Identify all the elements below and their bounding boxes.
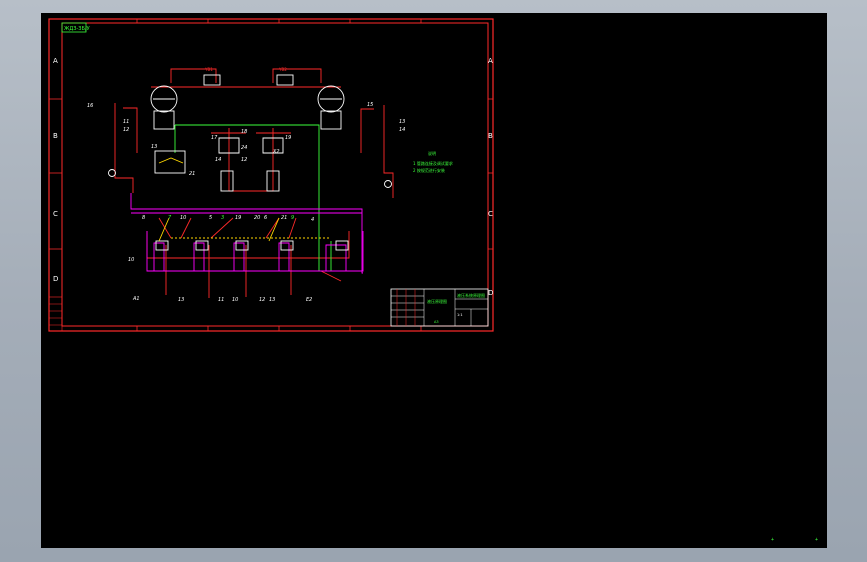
notes-block: 说明 1 管路连接及调试要求 2 按规范进行安装 — [413, 150, 453, 173]
zone-letter-right-b: B — [488, 132, 493, 140]
label-manifold-top-7: 20 — [254, 215, 260, 221]
label-manifold-bottom-4: 10 — [232, 297, 238, 303]
zone-letter-right-d: D — [488, 289, 493, 297]
white-components — [108, 74, 392, 251]
label-left-11: 11 — [123, 119, 129, 125]
drawing-tag: ЖДЗ-ЗБ/У — [64, 26, 90, 32]
label-manifold-top-10: 9 — [291, 215, 294, 221]
label-manifold-bottom-1: A1 — [132, 296, 140, 302]
titleblock-scale: 1:1 — [457, 313, 463, 317]
label-right-14: 14 — [399, 127, 405, 133]
label-manifold-bottom-7: E2 — [306, 297, 312, 303]
label-misc-14: 14 — [215, 157, 221, 163]
outer-border — [48, 18, 494, 332]
label-manifold-bottom-5: 12 — [259, 297, 265, 303]
label-manifold-bottom-2: 13 — [178, 297, 184, 303]
label-manifold-top-9: 21 — [281, 215, 287, 221]
pump-left-symbol — [203, 74, 221, 86]
titleblock-sheet: A3 — [434, 320, 439, 324]
label-manifold-bottom-6: 13 — [269, 297, 275, 303]
note-line-2: 2 按规范进行安装 — [413, 167, 445, 173]
label-manifold-top-4: 5 — [209, 215, 212, 221]
note-line-1: 1 管路连接及调试要求 — [413, 160, 453, 166]
label-manifold-top-2: 7 — [168, 215, 172, 221]
label-mid-17: 17 — [211, 135, 218, 141]
label-manifold-bottom-3: 11 — [218, 297, 224, 303]
tank-right-base — [320, 110, 342, 130]
hydraulic-schematic-drawing: A B C D A B C D ЖДЗ-ЗБ/У YB1 YB2 16 11 1… — [48, 18, 494, 332]
yellow-accents — [158, 157, 280, 242]
title-block: 液压系统原理图 液压原理图 1:1 A3 — [390, 288, 489, 327]
zone-letter-left-a: A — [53, 57, 58, 65]
pump-label-right: YB2 — [278, 67, 287, 72]
zone-letter-left-d: D — [53, 275, 58, 283]
sheet-frame — [48, 18, 494, 332]
titleblock-name: 液压原理图 — [427, 298, 447, 304]
cad-viewport[interactable]: A B C D A B C D ЖДЗ-ЗБ/У YB1 YB2 16 11 1… — [41, 13, 827, 548]
label-manifold-top-1: 8 — [142, 215, 145, 221]
label-manifold-top-3: 10 — [180, 215, 186, 221]
label-misc-x2: X2 — [272, 149, 280, 155]
label-mid-18: 18 — [241, 129, 247, 135]
corner-mark-right: + — [815, 537, 819, 543]
label-manifold-top-5: 3 — [221, 215, 224, 221]
label-left-16: 16 — [87, 103, 93, 109]
corner-mark-left: + — [771, 537, 775, 543]
titleblock-drawing-title: 液压系统原理图 — [457, 292, 485, 298]
tank-left-base — [153, 110, 175, 130]
pump-label-left: YB1 — [204, 67, 213, 72]
label-manifold-top-11: 4 — [311, 217, 314, 223]
label-misc-24: 24 — [241, 145, 247, 151]
label-left-13: 13 — [151, 144, 157, 150]
label-manifold-top-8: 6 — [264, 215, 267, 221]
label-misc-21: 21 — [189, 171, 195, 177]
red-pipelines — [114, 68, 394, 298]
notes-title: 说明 — [428, 150, 436, 156]
pump-right-symbol — [276, 74, 294, 86]
label-mid-19: 19 — [285, 135, 291, 141]
inner-border — [61, 22, 489, 327]
label-misc-12: 12 — [241, 157, 247, 163]
zone-letter-right-a: A — [488, 57, 493, 65]
zone-letter-left-c: C — [53, 210, 58, 218]
label-right-13: 13 — [399, 119, 405, 125]
label-right-15: 15 — [367, 102, 373, 108]
zone-letter-left-b: B — [53, 132, 58, 140]
green-pipelines — [174, 124, 332, 272]
label-left-12: 12 — [123, 127, 129, 133]
label-misc-10: 10 — [128, 257, 134, 263]
revision-strip — [48, 296, 63, 332]
label-manifold-top-6: 19 — [235, 215, 241, 221]
zone-letter-right-c: C — [488, 210, 493, 218]
